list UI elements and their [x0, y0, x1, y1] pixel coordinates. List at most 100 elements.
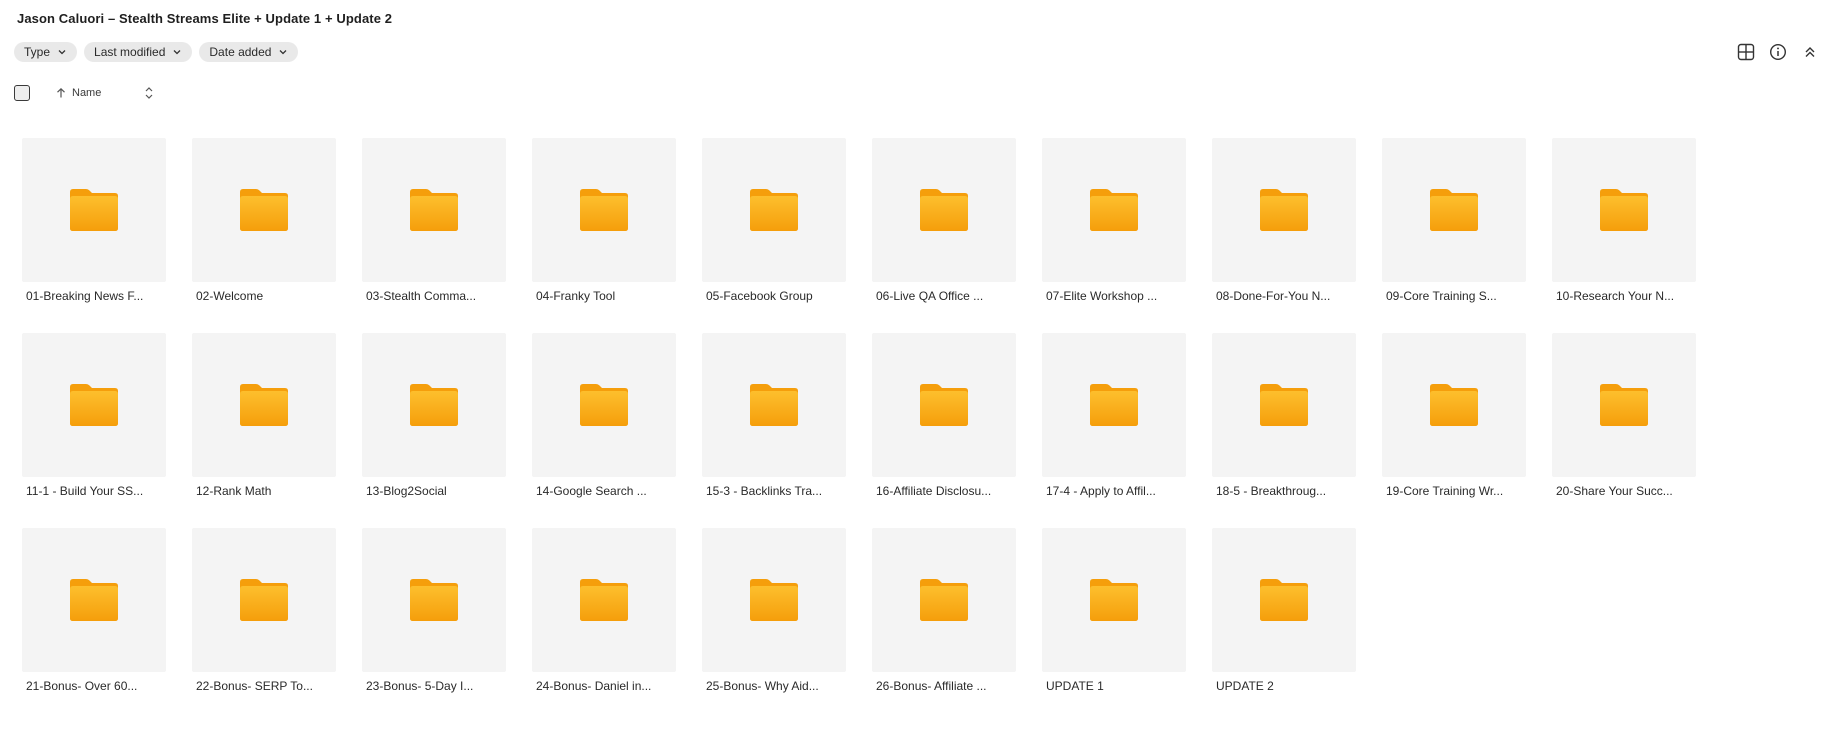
- folder-tile[interactable]: 26-Bonus- Affiliate ...: [872, 528, 1016, 723]
- folder-name: 18-5 - Breakthroug...: [1216, 484, 1327, 498]
- folder-icon: [920, 579, 968, 621]
- folder-tile[interactable]: 09-Core Training S...: [1382, 138, 1526, 333]
- folder-icon: [1090, 189, 1138, 231]
- folder-tile[interactable]: 12-Rank Math: [192, 333, 336, 528]
- folder-thumbnail: [872, 333, 1016, 477]
- folder-name: 03-Stealth Comma...: [366, 289, 477, 303]
- folder-icon: [410, 579, 458, 621]
- folder-thumbnail: [532, 333, 676, 477]
- folder-tile[interactable]: UPDATE 2: [1212, 528, 1356, 723]
- folder-icon: [580, 579, 628, 621]
- folder-tile[interactable]: 18-5 - Breakthroug...: [1212, 333, 1356, 528]
- folder-thumbnail: [192, 528, 336, 672]
- folder-thumbnail: [532, 528, 676, 672]
- folder-thumbnail: [1042, 333, 1186, 477]
- folder-name: 14-Google Search ...: [536, 484, 647, 498]
- folder-icon: [1260, 384, 1308, 426]
- folder-thumbnail: [192, 333, 336, 477]
- folder-name: 04-Franky Tool: [536, 289, 616, 303]
- folder-thumbnail: [1552, 138, 1696, 282]
- folder-icon: [750, 384, 798, 426]
- folder-icon: [1600, 384, 1648, 426]
- folder-icon: [240, 579, 288, 621]
- filter-type-chip[interactable]: Type: [14, 42, 78, 62]
- folder-tile[interactable]: 22-Bonus- SERP To...: [192, 528, 336, 723]
- folder-tile[interactable]: 19-Core Training Wr...: [1382, 333, 1526, 528]
- folder-thumbnail: [1042, 138, 1186, 282]
- folder-name: 25-Bonus- Why Aid...: [706, 679, 819, 693]
- info-icon: [1769, 43, 1787, 61]
- folder-name: 24-Bonus- Daniel in...: [536, 679, 652, 693]
- folder-thumbnail: [1552, 333, 1696, 477]
- chevron-down-icon: [173, 50, 181, 55]
- folder-name: 05-Facebook Group: [706, 289, 813, 303]
- filter-last-modified-chip[interactable]: Last modified: [84, 42, 193, 62]
- folder-tile[interactable]: 17-4 - Apply to Affil...: [1042, 333, 1186, 528]
- folder-thumbnail: [362, 333, 506, 477]
- folder-tile[interactable]: 13-Blog2Social: [362, 333, 506, 528]
- folder-name: 20-Share Your Succ...: [1556, 484, 1673, 498]
- folder-thumbnail: [1382, 138, 1526, 282]
- view-toolbar: [1737, 43, 1819, 61]
- folder-tile[interactable]: 03-Stealth Comma...: [362, 138, 506, 333]
- folder-tile[interactable]: 01-Breaking News F...: [22, 138, 166, 333]
- folder-tile[interactable]: UPDATE 1: [1042, 528, 1186, 723]
- filter-date-added-chip[interactable]: Date added: [199, 42, 299, 62]
- info-button[interactable]: [1769, 43, 1787, 61]
- folder-icon: [1430, 189, 1478, 231]
- folder-tile[interactable]: 23-Bonus- 5-Day I...: [362, 528, 506, 723]
- folder-name: 13-Blog2Social: [366, 484, 447, 498]
- folder-thumbnail: [22, 528, 166, 672]
- arrow-up-icon[interactable]: [55, 87, 67, 99]
- folder-icon: [240, 189, 288, 231]
- chevron-down-icon: [58, 50, 66, 55]
- select-all-checkbox[interactable]: [14, 85, 30, 101]
- filter-label: Type: [24, 45, 51, 59]
- folder-tile[interactable]: 05-Facebook Group: [702, 138, 846, 333]
- folder-icon: [1260, 189, 1308, 231]
- folder-thumbnail: [1212, 138, 1356, 282]
- folder-name: UPDATE 1: [1046, 679, 1104, 693]
- folder-thumbnail: [22, 138, 166, 282]
- folder-tile[interactable]: 21-Bonus- Over 60...: [22, 528, 166, 723]
- folder-thumbnail: [362, 528, 506, 672]
- folder-thumbnail: [1042, 528, 1186, 672]
- sort-toggle-icon[interactable]: [143, 86, 155, 100]
- folder-name: UPDATE 2: [1216, 679, 1274, 693]
- folder-name: 19-Core Training Wr...: [1386, 484, 1504, 498]
- folder-name: 21-Bonus- Over 60...: [26, 679, 138, 693]
- folder-name: 11-1 - Build Your SS...: [26, 484, 144, 498]
- folder-tile[interactable]: 25-Bonus- Why Aid...: [702, 528, 846, 723]
- folder-tile[interactable]: 07-Elite Workshop ...: [1042, 138, 1186, 333]
- folder-tile[interactable]: 08-Done-For-You N...: [1212, 138, 1356, 333]
- collapse-button[interactable]: [1801, 43, 1819, 61]
- folder-icon: [1090, 384, 1138, 426]
- folder-tile[interactable]: 10-Research Your N...: [1552, 138, 1696, 333]
- folder-name: 08-Done-For-You N...: [1216, 289, 1331, 303]
- folder-icon: [410, 189, 458, 231]
- folder-tile[interactable]: 02-Welcome: [192, 138, 336, 333]
- folder-tile[interactable]: 24-Bonus- Daniel in...: [532, 528, 676, 723]
- folder-icon: [750, 189, 798, 231]
- collapse-icon: [1805, 47, 1815, 57]
- folder-tile[interactable]: 14-Google Search ...: [532, 333, 676, 528]
- folder-tile[interactable]: 06-Live QA Office ...: [872, 138, 1016, 333]
- folder-thumbnail: [22, 333, 166, 477]
- folder-thumbnail: [1212, 333, 1356, 477]
- grid-view-button[interactable]: [1737, 43, 1755, 61]
- folder-thumbnail: [192, 138, 336, 282]
- folder-icon: [410, 384, 458, 426]
- folder-tile[interactable]: 11-1 - Build Your SS...: [22, 333, 166, 528]
- folder-tile[interactable]: 04-Franky Tool: [532, 138, 676, 333]
- folder-icon: [70, 384, 118, 426]
- folder-icon: [920, 384, 968, 426]
- folder-tile[interactable]: 20-Share Your Succ...: [1552, 333, 1696, 528]
- folder-tile[interactable]: 16-Affiliate Disclosu...: [872, 333, 1016, 528]
- folder-name: 17-4 - Apply to Affil...: [1046, 484, 1156, 498]
- folder-tile[interactable]: 15-3 - Backlinks Tra...: [702, 333, 846, 528]
- folder-name: 15-3 - Backlinks Tra...: [706, 484, 823, 498]
- sort-label[interactable]: Name: [72, 87, 101, 99]
- folder-thumbnail: [702, 333, 846, 477]
- folder-name: 23-Bonus- 5-Day I...: [366, 679, 474, 693]
- folder-icon: [920, 189, 968, 231]
